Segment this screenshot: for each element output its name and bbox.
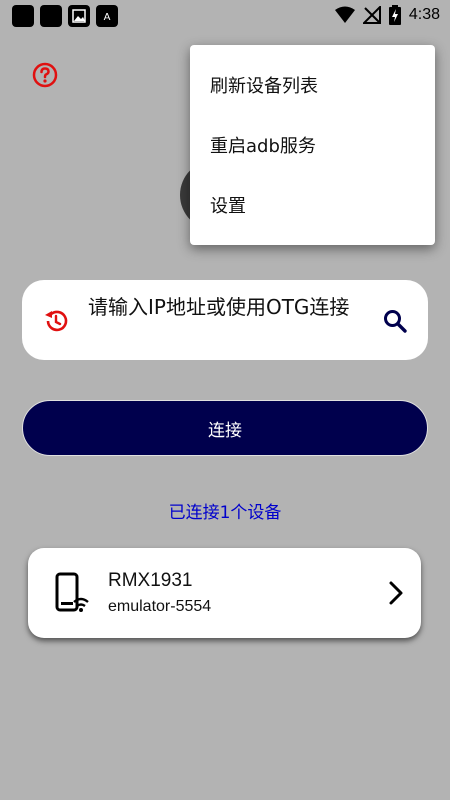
chevron-right-icon[interactable] [387,580,405,606]
status-time: 4:38 [408,6,440,23]
device-name: RMX1931 [108,570,193,591]
search-box: 请输入IP地址或使用OTG连接 [22,280,428,360]
device-serial: emulator-5554 [108,598,212,615]
history-icon[interactable] [42,307,70,335]
help-circle-icon[interactable] [32,62,58,88]
address-input[interactable]: 请输入IP地址或使用OTG连接 [88,294,368,320]
battery-charging-icon [388,5,401,25]
notification-square-icon [12,5,34,27]
svg-text:A: A [104,12,111,23]
no-signal-icon [362,6,381,24]
connect-button[interactable]: 连接 [22,400,428,456]
menu-item-refresh-devices[interactable]: 刷新设备列表 [190,55,435,115]
menu-item-restart-adb[interactable]: 重启adb服务 [190,115,435,175]
overflow-menu: 刷新设备列表 重启adb服务 设置 [190,45,435,245]
connected-devices-status: 已连接1个设备 [168,503,282,523]
status-bar: A 4:38 [0,0,450,32]
wifi-icon [334,6,355,23]
notification-square-icon [40,5,62,27]
phone-wifi-icon [54,572,90,616]
app-notification-icon: A [96,5,118,27]
image-icon [68,5,90,27]
search-icon[interactable] [382,308,408,334]
menu-item-settings[interactable]: 设置 [190,175,435,235]
device-list-item[interactable]: RMX1931 emulator-5554 [28,548,421,638]
